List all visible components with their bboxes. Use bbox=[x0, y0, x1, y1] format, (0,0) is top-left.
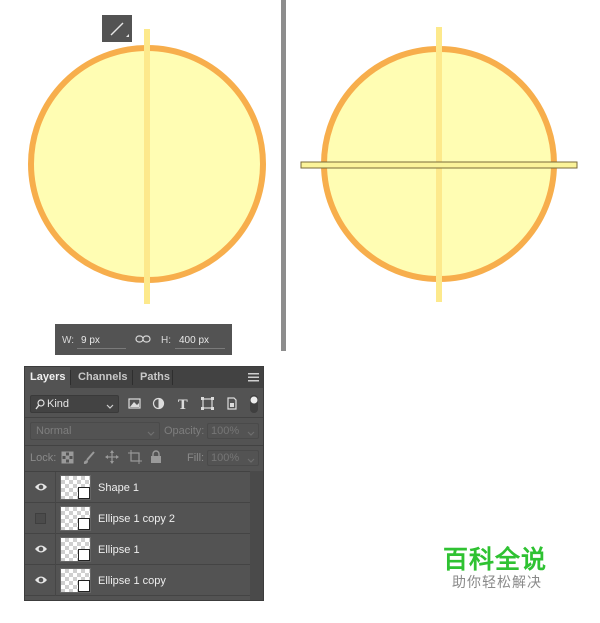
filter-row: Kind T bbox=[25, 393, 263, 417]
tab-layers[interactable]: Layers bbox=[25, 367, 70, 388]
lock-row: Lock: Fill: 100% bbox=[25, 448, 263, 470]
document-canvas[interactable] bbox=[0, 0, 600, 360]
line-tool-icon[interactable] bbox=[102, 15, 132, 42]
tab-paths[interactable]: Paths bbox=[135, 367, 175, 388]
vector-mask-icon bbox=[78, 487, 90, 499]
layer-row-ellipse-1[interactable]: Ellipse 1 bbox=[25, 534, 250, 565]
panel-separator bbox=[25, 417, 263, 418]
tab-separator bbox=[132, 370, 133, 385]
watermark-title: 百科全说 bbox=[443, 545, 548, 574]
dimensions-readout: W: 9 px H: 400 px bbox=[55, 324, 232, 355]
layer-name[interactable]: Shape 1 bbox=[98, 482, 139, 494]
type-filter-icon[interactable]: T bbox=[177, 397, 190, 413]
chevron-down-icon bbox=[247, 455, 255, 467]
watermark-subtitle: 助你轻松解决 bbox=[452, 575, 542, 591]
canvas-divider bbox=[281, 0, 286, 351]
layer-name[interactable]: Ellipse 1 copy bbox=[98, 575, 166, 587]
opacity-field[interactable]: 100% bbox=[207, 423, 259, 439]
vector-mask-icon bbox=[78, 518, 90, 530]
height-label: H: bbox=[161, 335, 171, 346]
blend-mode-select[interactable]: Normal bbox=[30, 422, 160, 440]
fill-label: Fill: bbox=[187, 452, 205, 464]
image-filter-icon[interactable] bbox=[128, 397, 141, 410]
tab-separator bbox=[70, 370, 71, 385]
layers-panel: Layers Channels Paths Kind T Normal Opac… bbox=[24, 366, 264, 601]
height-value: 400 px bbox=[179, 335, 210, 346]
lock-image-icon[interactable] bbox=[82, 450, 96, 468]
tab-separator bbox=[172, 370, 173, 385]
lock-label: Lock: bbox=[30, 452, 57, 464]
layer-row-shape-1[interactable]: Shape 1 bbox=[25, 472, 250, 503]
eye-icon[interactable] bbox=[34, 481, 48, 493]
lock-all-icon[interactable] bbox=[150, 450, 162, 467]
eye-icon[interactable] bbox=[34, 574, 48, 586]
width-value: 9 px bbox=[81, 335, 100, 346]
layers-scrollbar[interactable] bbox=[250, 471, 263, 600]
svg-text:T: T bbox=[178, 398, 188, 410]
panel-separator bbox=[25, 445, 263, 446]
panel-tabs: Layers Channels Paths bbox=[25, 367, 263, 388]
opacity-value: 100% bbox=[211, 425, 240, 437]
layer-name[interactable]: Ellipse 1 copy 2 bbox=[98, 513, 175, 525]
horizontal-line-shape[interactable] bbox=[300, 161, 578, 169]
width-label: W: bbox=[62, 335, 75, 346]
row-separator bbox=[55, 534, 56, 565]
tab-channels[interactable]: Channels bbox=[73, 367, 133, 388]
layer-name[interactable]: Ellipse 1 bbox=[98, 544, 140, 556]
lock-transparent-icon[interactable] bbox=[61, 451, 74, 467]
blend-row: Normal Opacity: 100% bbox=[25, 421, 263, 443]
lock-position-icon[interactable] bbox=[105, 450, 119, 467]
chevron-down-icon bbox=[247, 428, 255, 440]
kind-filter-select[interactable]: Kind bbox=[30, 395, 119, 413]
opacity-label: Opacity: bbox=[164, 425, 205, 437]
filter-toggle-icon[interactable] bbox=[249, 394, 259, 417]
layer-row-ellipse-1-copy-2[interactable]: Ellipse 1 copy 2 bbox=[25, 503, 250, 534]
kind-label: Kind bbox=[47, 398, 70, 410]
left-vertical-line[interactable] bbox=[144, 29, 150, 304]
link-icon bbox=[135, 334, 151, 347]
search-icon bbox=[35, 399, 45, 413]
panel-menu-icon[interactable] bbox=[248, 373, 259, 382]
chevron-down-icon bbox=[106, 401, 114, 413]
vector-mask-icon bbox=[78, 580, 90, 592]
eye-icon[interactable] bbox=[34, 543, 48, 555]
fill-field[interactable]: 100% bbox=[207, 450, 259, 466]
height-underline bbox=[175, 348, 225, 349]
row-separator bbox=[55, 503, 56, 534]
chevron-down-icon bbox=[147, 428, 155, 440]
fill-value: 100% bbox=[211, 452, 240, 464]
visibility-off-icon[interactable] bbox=[35, 513, 46, 524]
width-underline bbox=[77, 348, 126, 349]
smart-object-filter-icon[interactable] bbox=[225, 397, 238, 410]
adjustment-filter-icon[interactable] bbox=[152, 397, 165, 410]
row-separator bbox=[55, 472, 56, 503]
layer-row-ellipse-1-copy[interactable]: Ellipse 1 copy bbox=[25, 565, 250, 596]
row-separator bbox=[55, 565, 56, 596]
lock-artboard-icon[interactable] bbox=[128, 450, 142, 467]
blend-mode-value: Normal bbox=[36, 425, 72, 437]
shape-filter-icon[interactable] bbox=[201, 397, 214, 410]
canvas-artwork bbox=[28, 27, 578, 304]
vector-mask-icon bbox=[78, 549, 90, 561]
